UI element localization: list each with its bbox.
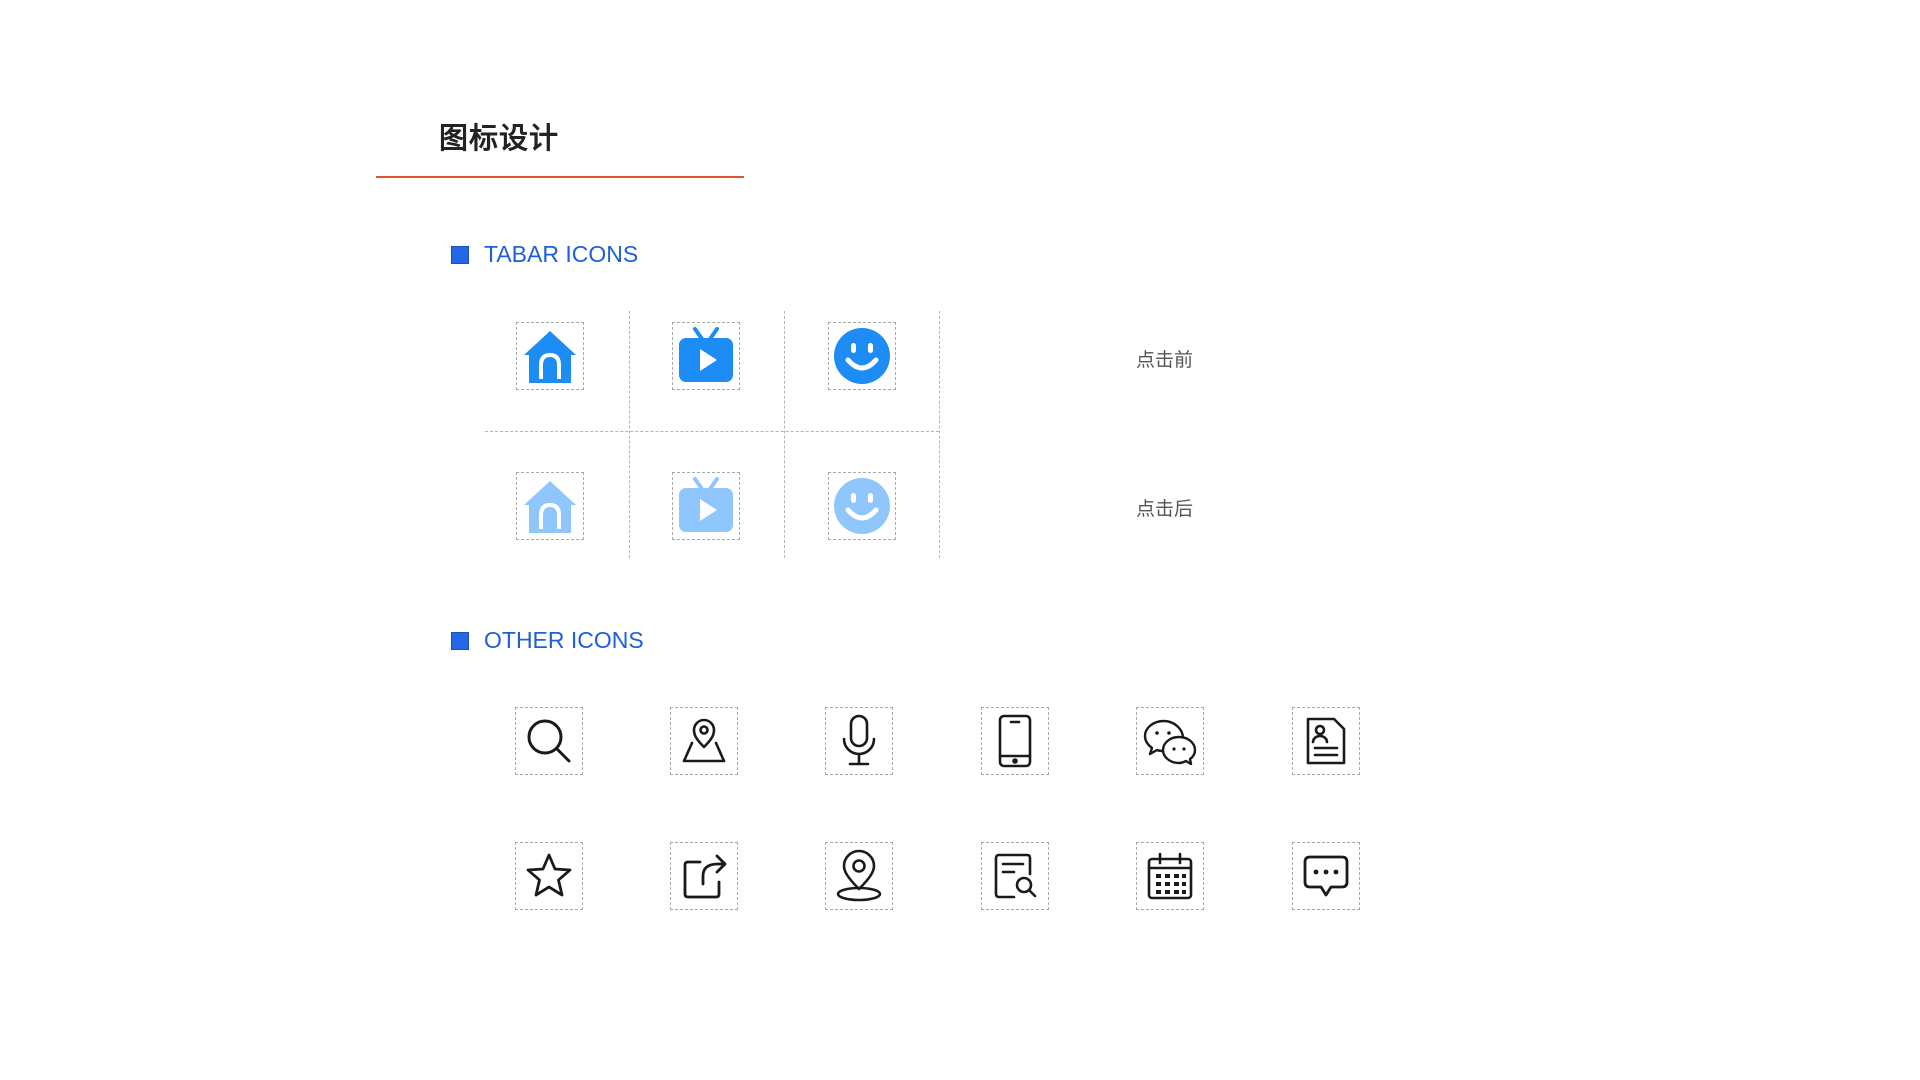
icon-design-page: 图标设计 TABAR ICONS 点击前 点击后 OTHER ICONS bbox=[0, 0, 1920, 1080]
tab-profile-inactive[interactable] bbox=[828, 472, 896, 540]
section-header-tabar: TABAR ICONS bbox=[451, 241, 638, 268]
icon-cell-microphone[interactable] bbox=[825, 707, 893, 775]
tv-play-icon bbox=[679, 477, 733, 532]
tab-video-inactive[interactable] bbox=[672, 472, 740, 540]
grid-divider bbox=[939, 311, 940, 558]
icon-cell-location[interactable] bbox=[825, 842, 893, 910]
section-title-other: OTHER ICONS bbox=[484, 627, 644, 653]
state-label-after: 点击后 bbox=[1136, 498, 1194, 520]
icon-cell-star[interactable] bbox=[515, 842, 583, 910]
page-title: 图标设计 bbox=[439, 121, 560, 155]
title-underline bbox=[376, 176, 744, 178]
share-icon bbox=[683, 854, 727, 899]
icon-cell-document-search[interactable] bbox=[981, 842, 1049, 910]
tab-profile-active[interactable] bbox=[828, 322, 896, 390]
message-icon bbox=[1303, 855, 1349, 897]
location-icon bbox=[836, 849, 882, 902]
icon-cell-map-pin[interactable] bbox=[670, 707, 738, 775]
state-label-before: 点击前 bbox=[1136, 349, 1194, 371]
icon-cell-share[interactable] bbox=[670, 842, 738, 910]
tab-home-active[interactable] bbox=[516, 322, 584, 390]
home-icon bbox=[524, 331, 576, 383]
icon-cell-contact-document[interactable] bbox=[1292, 707, 1360, 775]
grid-divider bbox=[629, 311, 630, 558]
microphone-icon bbox=[842, 714, 876, 766]
home-icon bbox=[524, 481, 576, 533]
tab-home-inactive[interactable] bbox=[516, 472, 584, 540]
tab-video-active[interactable] bbox=[672, 322, 740, 390]
tv-play-icon bbox=[679, 327, 733, 382]
icon-cell-mobile-phone[interactable] bbox=[981, 707, 1049, 775]
search-icon bbox=[527, 719, 571, 763]
smiley-icon bbox=[834, 478, 890, 534]
mobile-phone-icon bbox=[998, 714, 1032, 768]
star-icon bbox=[526, 853, 572, 897]
icon-cell-search[interactable] bbox=[515, 707, 583, 775]
smiley-icon bbox=[834, 328, 890, 384]
grid-divider bbox=[784, 311, 785, 558]
icon-cell-calendar[interactable] bbox=[1136, 842, 1204, 910]
section-title-tabar: TABAR ICONS bbox=[484, 241, 639, 267]
document-search-icon bbox=[994, 853, 1037, 899]
section-header-other: OTHER ICONS bbox=[451, 627, 644, 654]
icon-cell-message[interactable] bbox=[1292, 842, 1360, 910]
calendar-icon bbox=[1147, 852, 1193, 900]
section-marker bbox=[451, 245, 469, 264]
icon-cell-wechat[interactable] bbox=[1136, 707, 1204, 775]
grid-divider bbox=[485, 431, 939, 432]
wechat-icon bbox=[1143, 719, 1197, 766]
section-marker bbox=[451, 631, 469, 650]
map-pin-icon bbox=[682, 718, 726, 763]
contact-document-icon bbox=[1306, 717, 1346, 765]
